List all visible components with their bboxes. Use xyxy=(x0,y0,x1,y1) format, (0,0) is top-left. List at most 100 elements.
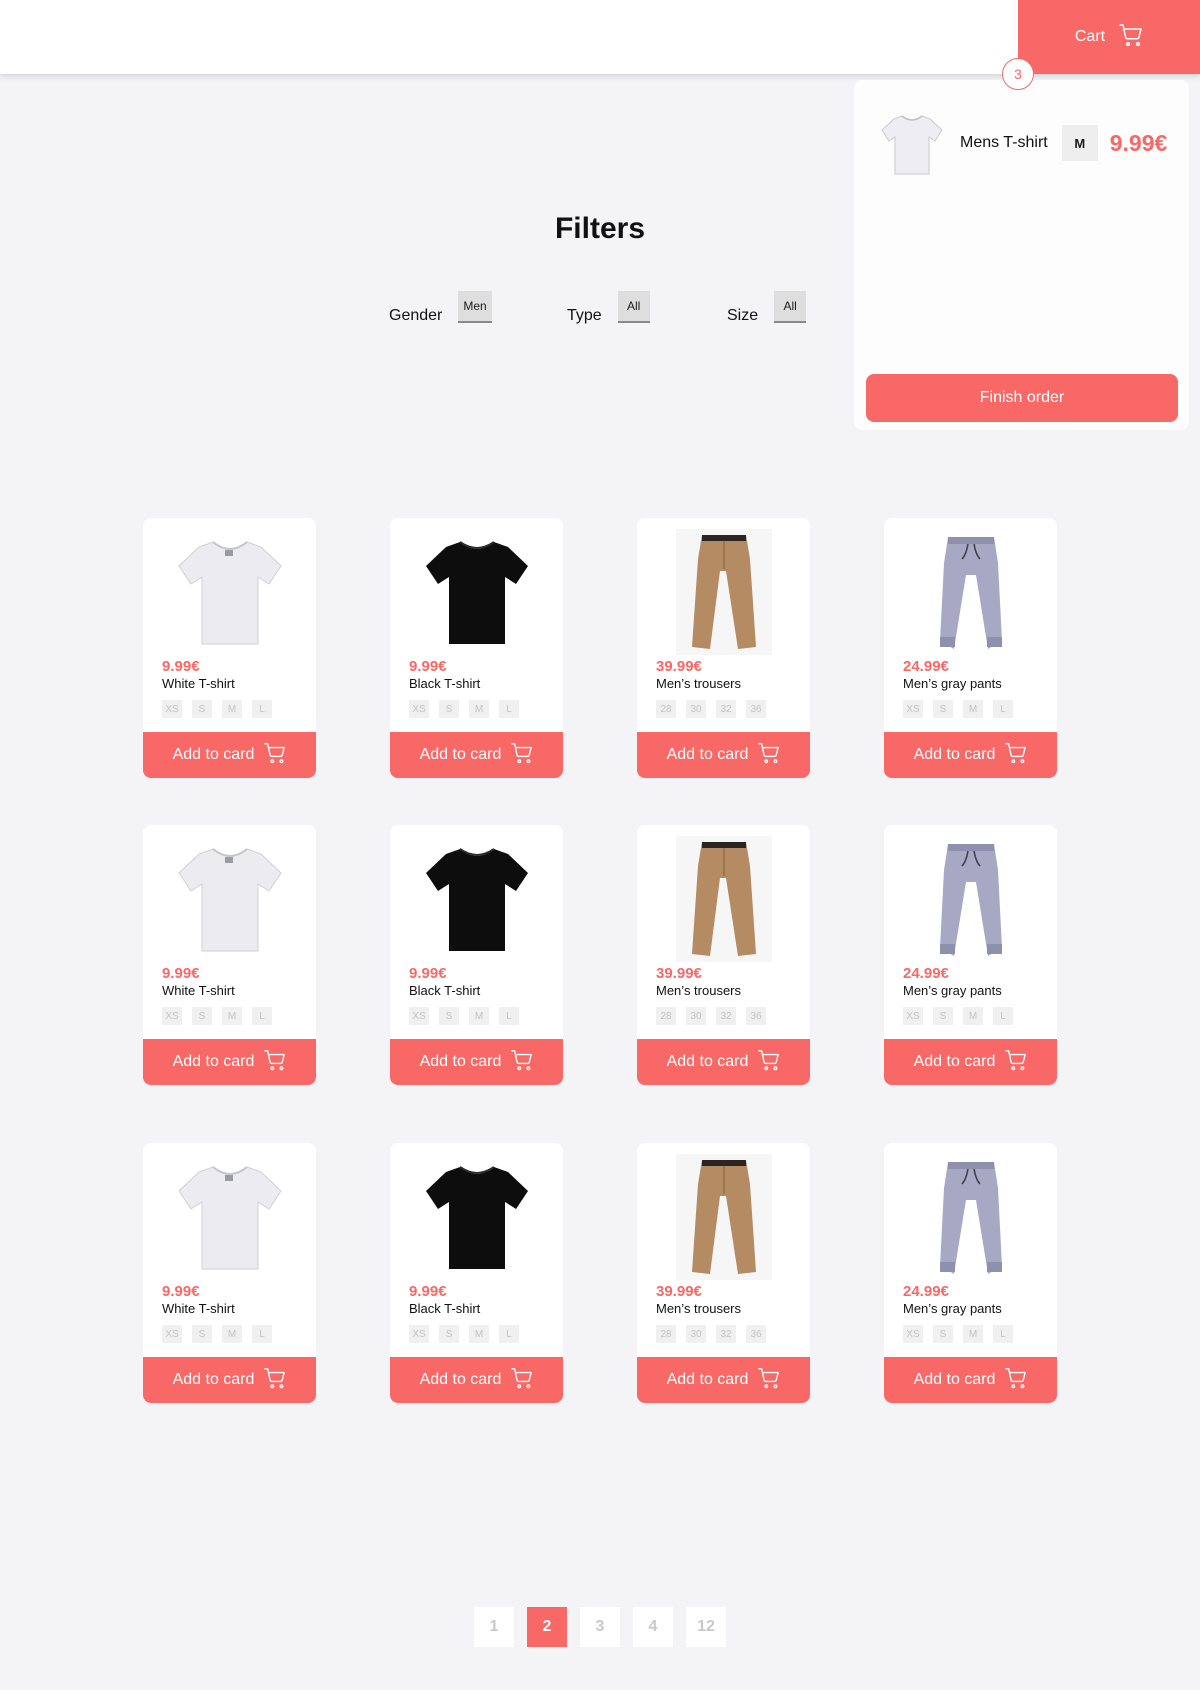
add-to-cart-button[interactable]: Add to card xyxy=(637,732,810,778)
page-button[interactable]: 12 xyxy=(686,1607,726,1647)
product-card[interactable]: 9.99€ White T-shirt XS S M L Add to card xyxy=(143,518,316,778)
add-to-cart-button[interactable]: Add to card xyxy=(390,1039,563,1085)
size-option[interactable]: XS xyxy=(162,1325,182,1343)
add-to-cart-label: Add to card xyxy=(419,746,502,763)
size-select[interactable]: All xyxy=(774,291,807,323)
size-options: XS S M L xyxy=(162,1325,272,1343)
cart-icon xyxy=(758,1049,780,1076)
page-button[interactable]: 1 xyxy=(474,1607,514,1647)
size-option[interactable]: S xyxy=(192,1007,212,1025)
size-option[interactable]: XS xyxy=(162,1007,182,1025)
product-card[interactable]: 9.99€ Black T-shirt XS S M L Add to card xyxy=(390,825,563,1085)
size-option[interactable]: 36 xyxy=(746,1325,766,1343)
size-option[interactable]: L xyxy=(499,700,519,718)
size-option[interactable]: L xyxy=(993,1007,1013,1025)
size-option[interactable]: S xyxy=(933,1007,953,1025)
product-name: White T-shirt xyxy=(162,983,235,998)
add-to-cart-button[interactable]: Add to card xyxy=(884,1357,1057,1403)
size-option[interactable]: L xyxy=(499,1325,519,1343)
add-to-cart-button[interactable]: Add to card xyxy=(884,1039,1057,1085)
product-card[interactable]: 24.99€ Men’s gray pants XS S M L Add to car… xyxy=(884,1143,1057,1403)
size-option[interactable]: 28 xyxy=(656,1325,676,1343)
size-option[interactable]: L xyxy=(252,1325,272,1343)
size-option[interactable]: XS xyxy=(903,700,923,718)
cart-label: Cart xyxy=(1074,28,1106,45)
add-to-cart-button[interactable]: Add to card xyxy=(637,1039,810,1085)
size-option[interactable]: 28 xyxy=(656,1007,676,1025)
size-option[interactable]: 30 xyxy=(686,1325,706,1343)
add-to-cart-button[interactable]: Add to card xyxy=(143,732,316,778)
size-option[interactable]: 28 xyxy=(656,700,676,718)
size-option[interactable]: S xyxy=(192,700,212,718)
size-option[interactable]: M xyxy=(469,1325,489,1343)
size-option[interactable]: XS xyxy=(409,1325,429,1343)
page-button[interactable]: 3 xyxy=(580,1607,620,1647)
add-to-cart-button[interactable]: Add to card xyxy=(884,732,1057,778)
add-to-cart-button[interactable]: Add to card xyxy=(390,732,563,778)
size-option[interactable]: 30 xyxy=(686,700,706,718)
size-option[interactable]: 32 xyxy=(716,700,736,718)
product-card[interactable]: 9.99€ Black T-shirt XS S M L Add to card xyxy=(390,1143,563,1403)
size-option[interactable]: M xyxy=(222,700,242,718)
size-option[interactable]: 36 xyxy=(746,1007,766,1025)
size-option[interactable]: S xyxy=(439,1007,459,1025)
product-card[interactable]: 24.99€ Men’s gray pants XS S M L Add to car… xyxy=(884,518,1057,778)
size-options: XS S M L xyxy=(409,700,519,718)
cart-icon xyxy=(511,1049,533,1076)
size-option[interactable]: XS xyxy=(409,700,429,718)
type-select[interactable]: All xyxy=(617,291,650,323)
product-name: Men’s gray pants xyxy=(903,983,1002,998)
size-option[interactable]: M xyxy=(963,700,983,718)
add-to-cart-button[interactable]: Add to card xyxy=(390,1357,563,1403)
size-option[interactable]: M xyxy=(963,1325,983,1343)
product-name: White T-shirt xyxy=(162,676,235,691)
size-option[interactable]: S xyxy=(439,1325,459,1343)
size-option[interactable]: S xyxy=(933,700,953,718)
finish-order-button[interactable]: Finish order xyxy=(866,374,1178,422)
size-option[interactable]: XS xyxy=(903,1325,923,1343)
size-option[interactable]: M xyxy=(222,1325,242,1343)
size-option[interactable]: S xyxy=(192,1325,212,1343)
size-option[interactable]: XS xyxy=(162,700,182,718)
product-name: Black T-shirt xyxy=(409,676,481,691)
product-card[interactable]: 9.99€ Black T-shirt XS S M L Add to card xyxy=(390,518,563,778)
gender-filter-label: Gender xyxy=(389,307,443,324)
add-to-cart-label: Add to card xyxy=(172,1371,255,1388)
size-option[interactable]: 36 xyxy=(746,700,766,718)
size-option[interactable]: M xyxy=(222,1007,242,1025)
product-price: 9.99€ xyxy=(162,1283,200,1300)
cart-item-size[interactable]: M xyxy=(1061,125,1098,161)
size-option[interactable]: 32 xyxy=(716,1325,736,1343)
size-option[interactable]: M xyxy=(469,700,489,718)
size-option[interactable]: 30 xyxy=(686,1007,706,1025)
product-card[interactable]: 39.99€ Men’s trousers 28 30 32 36 Add to ca… xyxy=(637,518,810,778)
size-option[interactable]: M xyxy=(469,1007,489,1025)
add-to-cart-button[interactable]: Add to card xyxy=(143,1039,316,1085)
size-option[interactable]: L xyxy=(252,700,272,718)
size-option[interactable]: XS xyxy=(409,1007,429,1025)
product-card[interactable]: 24.99€ Men’s gray pants XS S M L Add to car… xyxy=(884,825,1057,1085)
add-to-cart-button[interactable]: Add to card xyxy=(143,1357,316,1403)
size-options: XS S M L xyxy=(162,1007,272,1025)
product-card[interactable]: 39.99€ Men’s trousers 28 30 32 36 Add to ca… xyxy=(637,1143,810,1403)
add-to-cart-label: Add to card xyxy=(666,746,749,763)
gender-select[interactable]: Men xyxy=(458,291,492,323)
add-to-cart-button[interactable]: Add to card xyxy=(637,1357,810,1403)
size-option[interactable]: L xyxy=(499,1007,519,1025)
page-button[interactable]: 2 xyxy=(527,1607,567,1647)
size-option[interactable]: L xyxy=(993,700,1013,718)
page-button[interactable]: 4 xyxy=(633,1607,673,1647)
size-option[interactable]: L xyxy=(993,1325,1013,1343)
cart-icon xyxy=(1005,742,1027,769)
product-card[interactable]: 9.99€ White T-shirt XS S M L Add to card xyxy=(143,1143,316,1403)
size-option[interactable]: M xyxy=(963,1007,983,1025)
cart-button[interactable]: Cart xyxy=(1018,0,1200,74)
product-card[interactable]: 39.99€ Men’s trousers 28 30 32 36 Add to ca… xyxy=(637,825,810,1085)
size-option[interactable]: 32 xyxy=(716,1007,736,1025)
size-option[interactable]: S xyxy=(439,700,459,718)
cart-count-badge: 3 xyxy=(1002,58,1034,90)
size-option[interactable]: XS xyxy=(903,1007,923,1025)
size-option[interactable]: L xyxy=(252,1007,272,1025)
product-card[interactable]: 9.99€ White T-shirt XS S M L Add to card xyxy=(143,825,316,1085)
size-option[interactable]: S xyxy=(933,1325,953,1343)
